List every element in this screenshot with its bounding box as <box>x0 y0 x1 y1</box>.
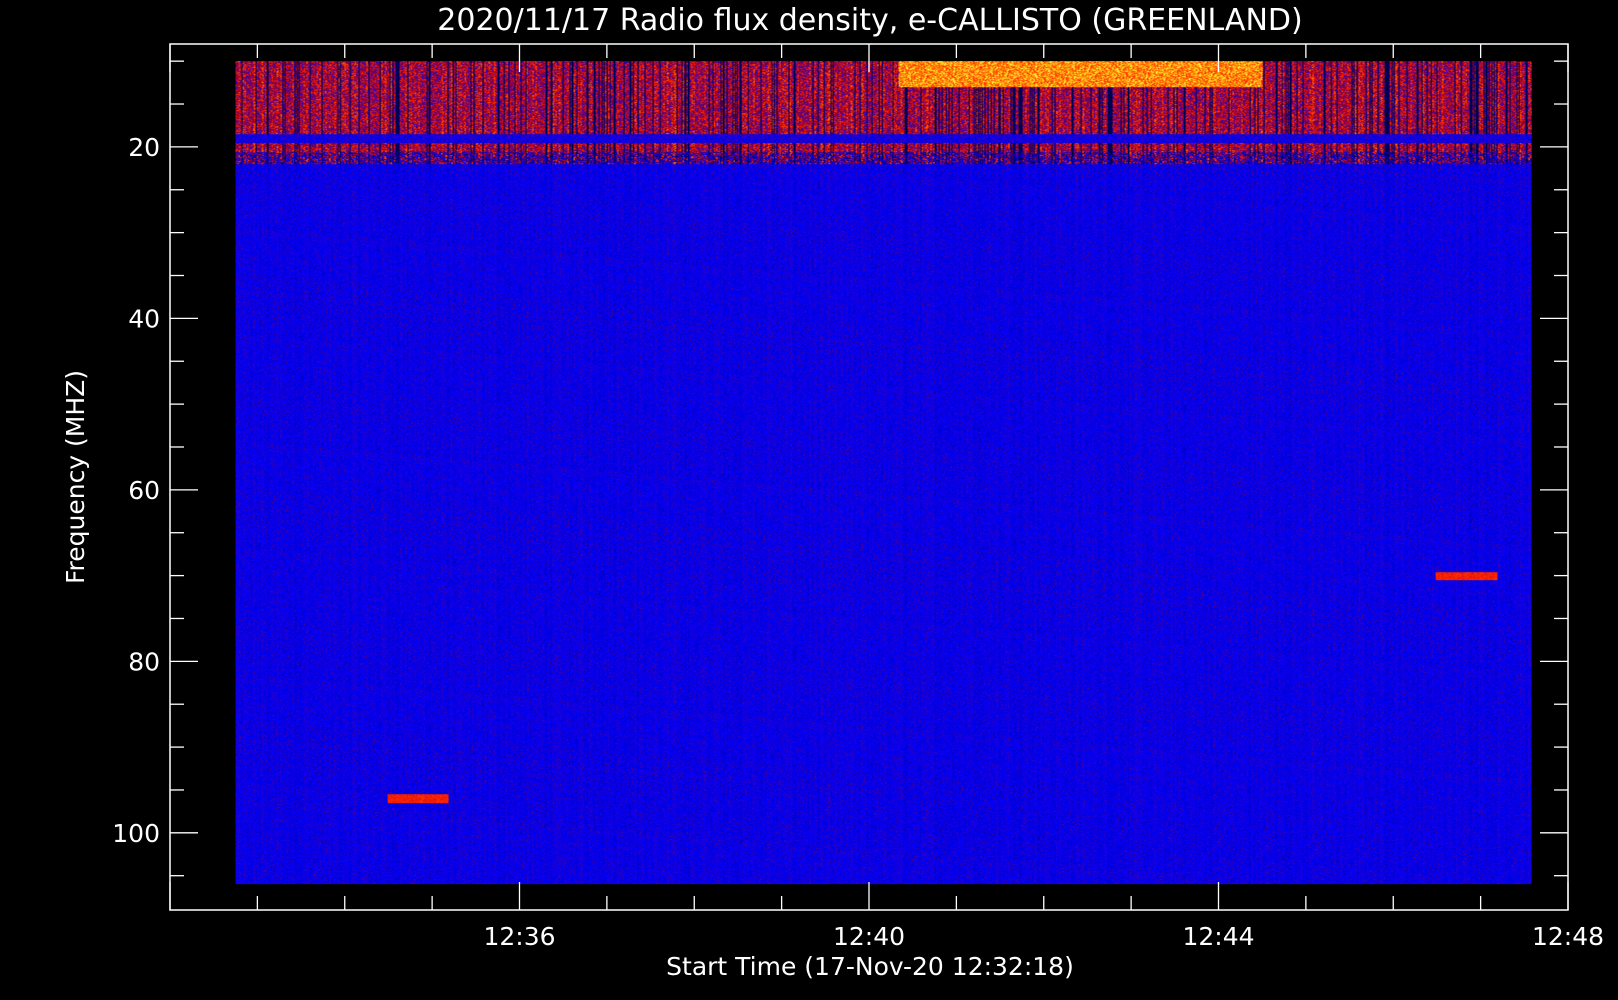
x-tick-label: 12:40 <box>833 922 905 951</box>
y-tick-label: 20 <box>128 133 160 162</box>
x-tick-label: 12:48 <box>1532 922 1604 951</box>
x-tick-label: 12:36 <box>483 922 555 951</box>
y-tick-label: 100 <box>112 819 160 848</box>
x-axis-label: Start Time (17-Nov-20 12:32:18) <box>666 952 1074 981</box>
spectrogram-raster <box>235 61 1532 885</box>
y-tick-label: 60 <box>128 476 160 505</box>
chart-title: 2020/11/17 Radio flux density, e-CALLIST… <box>437 3 1302 38</box>
y-tick-label: 40 <box>128 304 160 333</box>
heatmap-image <box>235 61 1532 885</box>
y-axis-label: Frequency (MHZ) <box>61 370 90 584</box>
x-tick-label: 12:44 <box>1182 922 1254 951</box>
spectrogram-chart: 2020/11/17 Radio flux density, e-CALLIST… <box>0 0 1618 1000</box>
y-tick-label: 80 <box>128 647 160 676</box>
